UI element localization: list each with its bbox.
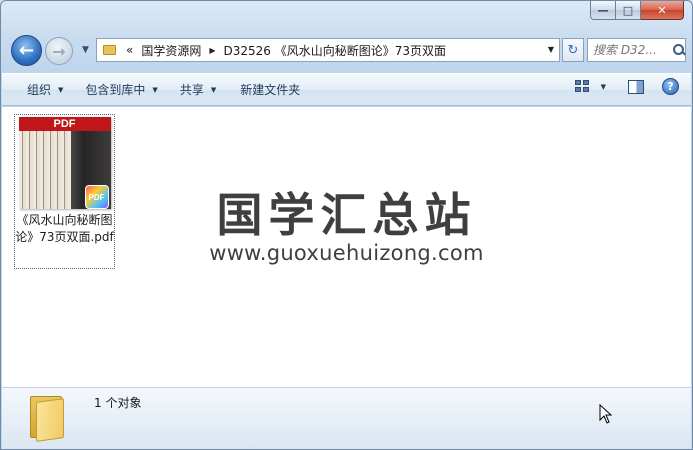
refresh-button[interactable]: ↻ xyxy=(562,38,584,62)
address-dropdown-icon[interactable]: ▼ xyxy=(548,45,554,54)
view-options-dropdown[interactable]: ▼ xyxy=(601,83,606,91)
command-bar: 组织 ▼ 包含到库中 ▼ 共享 ▼ 新建文件夹 ▼ ? xyxy=(2,73,691,106)
recent-pages-dropdown[interactable]: ▼ xyxy=(82,45,89,55)
item-count: 1 个对象 xyxy=(94,396,142,410)
help-icon[interactable]: ? xyxy=(662,78,679,95)
file-name[interactable]: 《风水山向秘断图论》73页双面.pdf xyxy=(15,212,115,246)
include-in-library-label: 包含到库中 xyxy=(85,83,146,97)
new-folder-label: 新建文件夹 xyxy=(240,83,301,97)
search-input[interactable] xyxy=(593,43,671,57)
folder-icon xyxy=(30,392,66,442)
navigation-bar: ← → ▼ « 国学资源网 ▶ D32526 《风水山向秘断图论》73页双面 ▼… xyxy=(9,34,686,66)
include-in-library-button[interactable]: 包含到库中 ▼ xyxy=(77,78,165,102)
close-button[interactable]: ✕ xyxy=(641,1,684,20)
forward-button[interactable]: → xyxy=(45,37,73,65)
search-box[interactable] xyxy=(587,38,686,62)
forward-arrow-icon: → xyxy=(52,41,66,61)
breadcrumb-overflow[interactable]: « xyxy=(122,43,137,57)
chevron-down-icon: ▼ xyxy=(58,85,64,94)
search-icon[interactable] xyxy=(673,44,685,56)
back-button[interactable]: ← xyxy=(11,35,42,66)
breadcrumb-separator-icon[interactable]: ▶ xyxy=(205,46,219,55)
explorer-window: — □ ✕ ← → ▼ « 国学资源网 ▶ D32526 《风水山向秘断图论》7… xyxy=(0,0,693,450)
new-folder-button[interactable]: 新建文件夹 xyxy=(232,78,308,102)
change-view-icon[interactable] xyxy=(574,79,593,94)
minimize-button[interactable]: — xyxy=(590,1,616,20)
pdf-file-icon: PDF xyxy=(84,185,109,209)
view-controls: ▼ ? xyxy=(574,78,679,95)
share-label: 共享 xyxy=(179,83,204,97)
breadcrumb-item-current[interactable]: D32526 《风水山向秘断图论》73页双面 xyxy=(220,42,451,59)
pdf-thumbnail: PDF PDF xyxy=(18,117,111,209)
file-item[interactable]: PDF PDF 《风水山向秘断图论》73页双面.pdf xyxy=(14,114,115,269)
address-bar[interactable]: « 国学资源网 ▶ D32526 《风水山向秘断图论》73页双面 ▼ xyxy=(96,38,560,62)
chevron-down-icon: ▼ xyxy=(210,85,217,94)
mouse-cursor-icon xyxy=(599,404,613,424)
organize-label: 组织 xyxy=(27,83,52,97)
preview-pane-icon[interactable] xyxy=(628,79,644,94)
details-pane: 1 个对象 xyxy=(2,387,691,449)
refresh-icon: ↻ xyxy=(567,42,579,58)
breadcrumb-item-root[interactable]: 国学资源网 xyxy=(137,42,205,59)
chevron-down-icon: ▼ xyxy=(152,85,158,94)
share-button[interactable]: 共享 ▼ xyxy=(172,78,224,102)
file-list-pane[interactable]: 国学汇总站 www.guoxuehuizong.com PDF PDF 《风水山… xyxy=(2,107,691,387)
caption-buttons: — □ ✕ xyxy=(590,1,684,20)
folder-icon xyxy=(103,45,116,55)
back-arrow-icon: ← xyxy=(18,40,35,61)
thumbnail-banner: PDF xyxy=(18,117,111,131)
scanned-page-left xyxy=(18,131,71,209)
organize-button[interactable]: 组织 ▼ xyxy=(19,78,71,102)
maximize-button[interactable]: □ xyxy=(616,1,641,20)
